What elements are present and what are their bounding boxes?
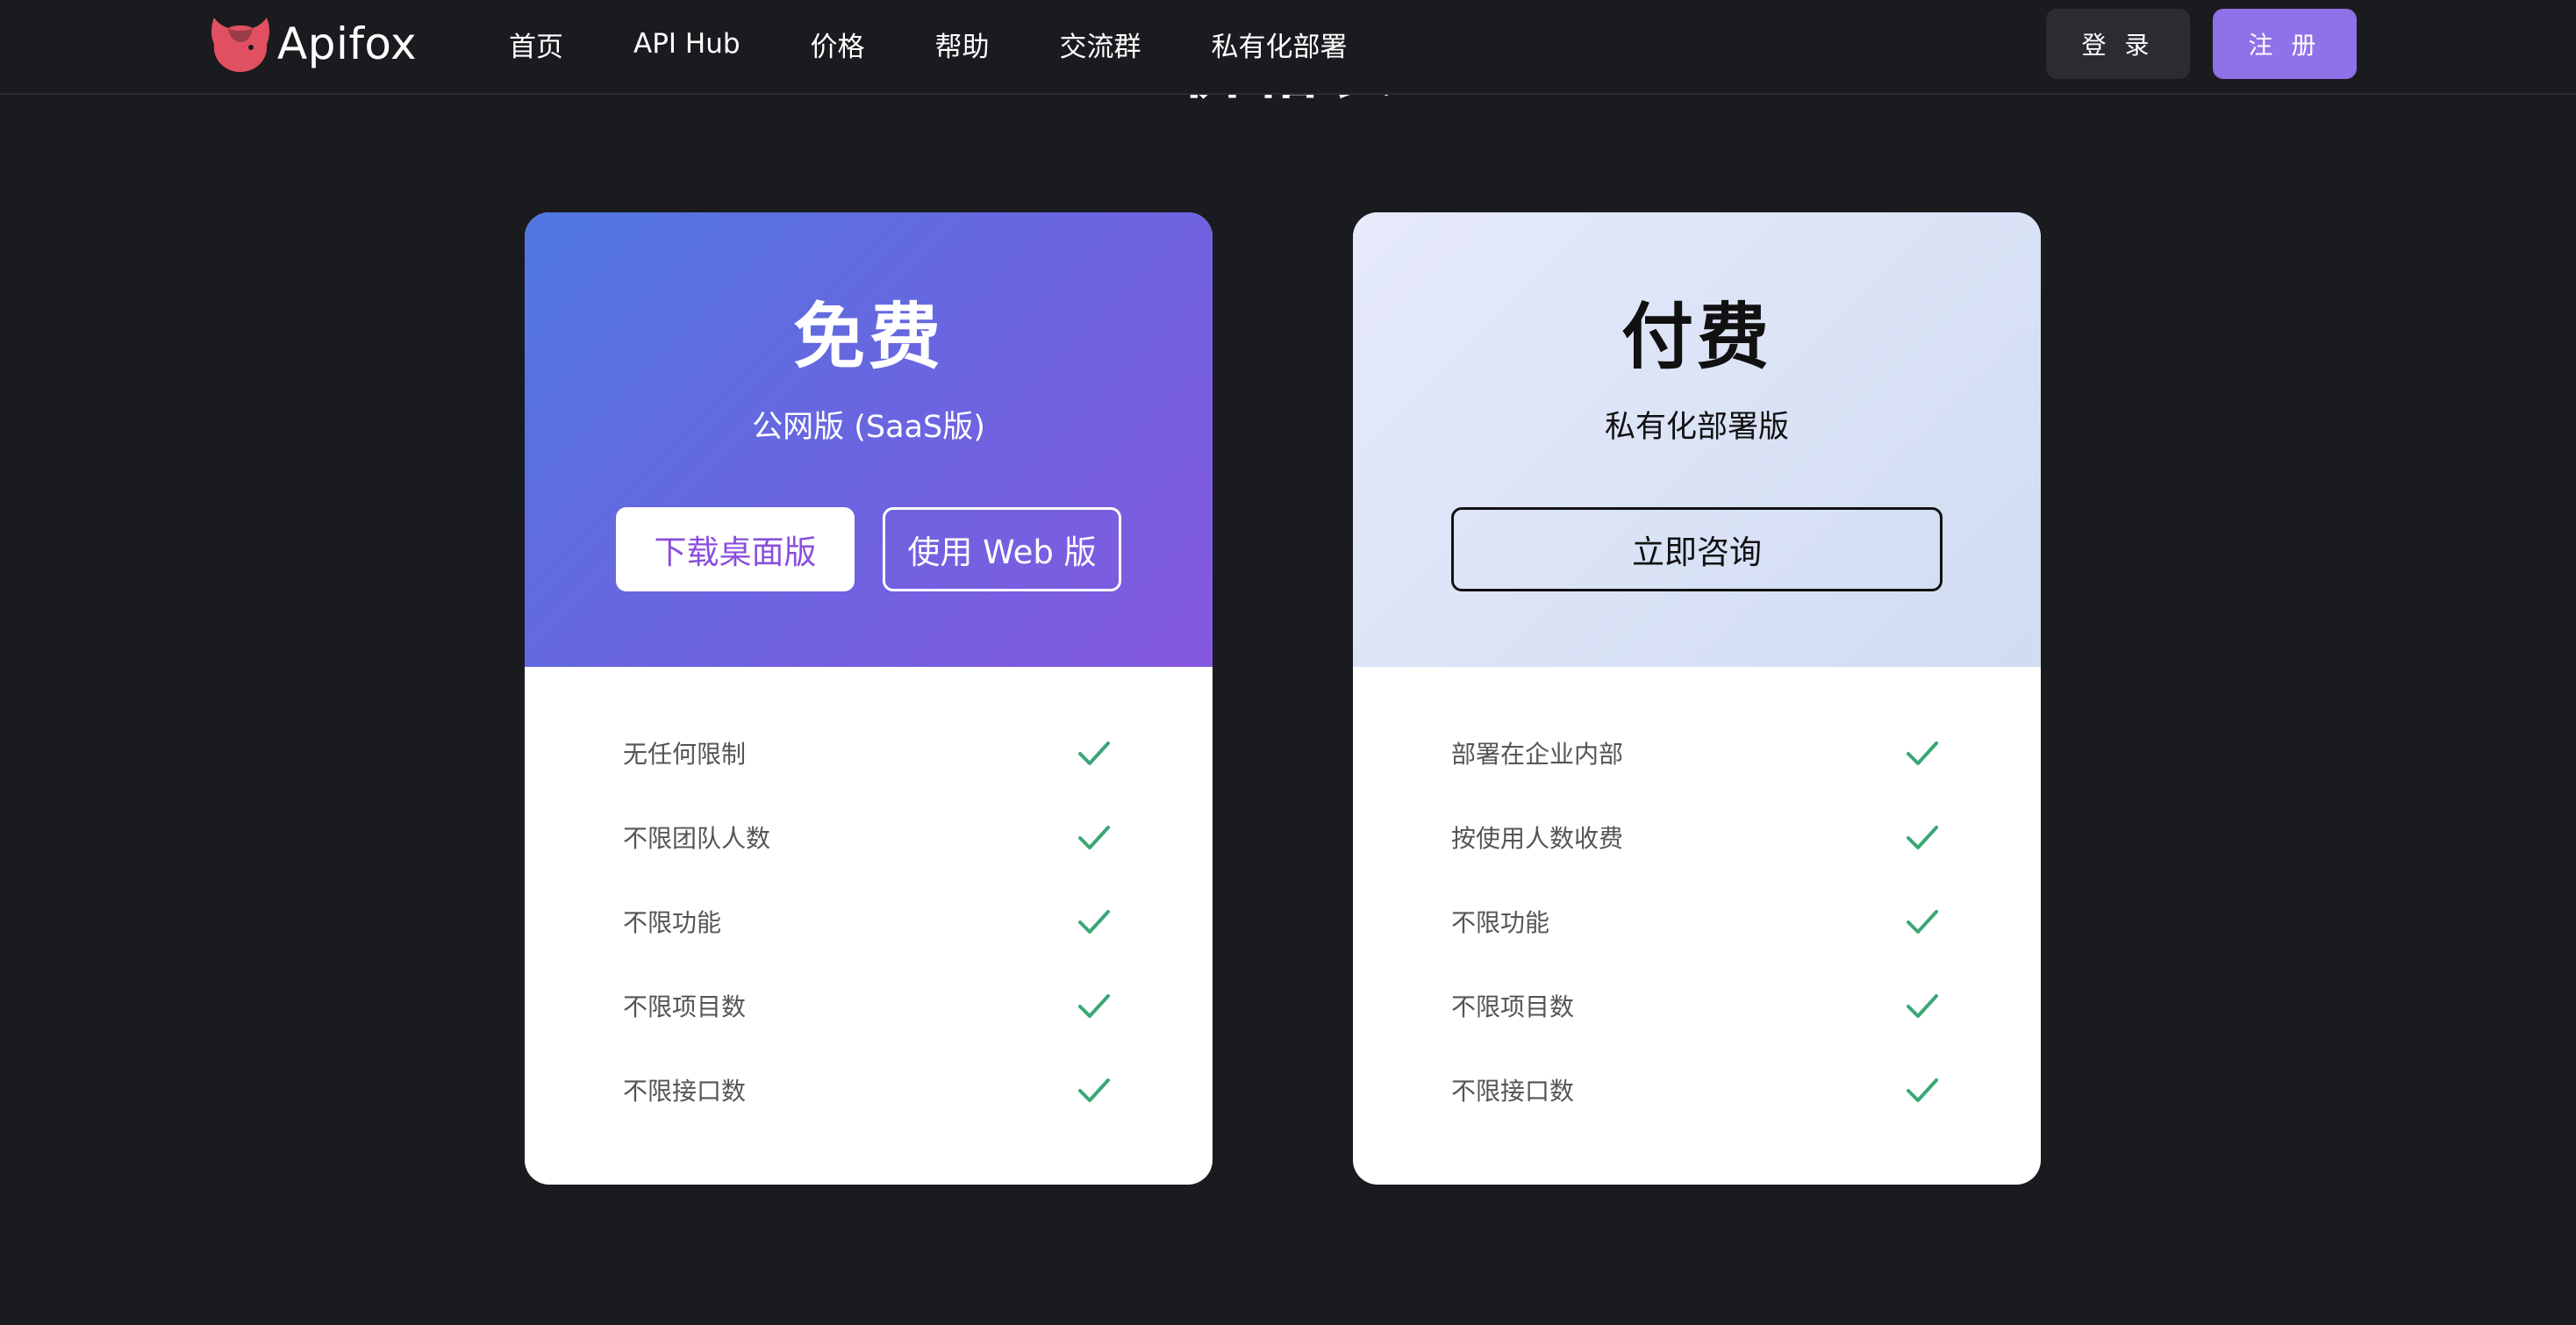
nav-link-home[interactable]: 首页	[509, 25, 563, 64]
feature-label: 不限功能	[1451, 908, 1550, 937]
free-plan-header: 免费 公网版 (SaaS版) 下载桌面版 使用 Web 版	[525, 212, 1213, 667]
logo-text: Apifox	[277, 18, 418, 69]
paid-feature-list: 部署在企业内部 按使用人数收费 不限功能 不限项目数 不限接口数	[1353, 667, 2041, 1134]
free-plan-actions: 下载桌面版 使用 Web 版	[525, 507, 1213, 591]
check-icon	[1907, 826, 1938, 849]
feature-item: 不限接口数	[1353, 1049, 2041, 1134]
use-web-button[interactable]: 使用 Web 版	[883, 507, 1121, 591]
free-plan-card: 免费 公网版 (SaaS版) 下载桌面版 使用 Web 版 无任何限制 不限团队…	[525, 212, 1213, 1185]
nav-link-community[interactable]: 交流群	[1060, 25, 1141, 64]
apifox-logo-icon	[211, 18, 269, 72]
free-plan-subtitle: 公网版 (SaaS版)	[752, 410, 985, 445]
feature-item: 按使用人数收费	[1353, 797, 2041, 881]
feature-label: 不限接口数	[1451, 1077, 1575, 1106]
login-button[interactable]: 登 录	[2046, 9, 2190, 79]
feature-item: 不限项目数	[1353, 965, 2041, 1049]
feature-item: 无任何限制	[525, 713, 1213, 797]
feature-item: 不限接口数	[525, 1049, 1213, 1134]
feature-item: 不限项目数	[525, 965, 1213, 1049]
download-desktop-button[interactable]: 下载桌面版	[616, 507, 855, 591]
register-button[interactable]: 注 册	[2213, 9, 2357, 79]
paid-plan-actions: 立即咨询	[1353, 507, 2041, 591]
check-icon	[1078, 994, 1110, 1018]
paid-plan-subtitle: 私有化部署版	[1604, 410, 1789, 445]
navbar: Apifox 首页 API Hub 价格 帮助 交流群 私有化部署 登 录 注 …	[0, 0, 2576, 95]
nav-link-api-hub[interactable]: API Hub	[633, 28, 741, 60]
feature-label: 不限项目数	[1451, 992, 1575, 1021]
paid-plan-card: 付费 私有化部署版 立即咨询 部署在企业内部 按使用人数收费 不限功能 不限项目…	[1353, 212, 2041, 1185]
feature-label: 无任何限制	[623, 740, 747, 769]
logo-link[interactable]: Apifox	[209, 14, 417, 74]
feature-item: 部署在企业内部	[1353, 713, 2041, 797]
check-icon	[1907, 994, 1938, 1018]
nav-link-help[interactable]: 帮助	[935, 25, 990, 64]
paid-plan-header: 付费 私有化部署版 立即咨询	[1353, 212, 2041, 667]
check-icon	[1078, 741, 1110, 765]
consult-now-button[interactable]: 立即咨询	[1451, 507, 1943, 591]
check-icon	[1907, 1078, 1938, 1102]
check-icon	[1078, 1078, 1110, 1102]
main-nav: 首页 API Hub 价格 帮助 交流群 私有化部署	[474, 0, 1383, 88]
feature-item: 不限功能	[525, 881, 1213, 965]
feature-label: 不限项目数	[623, 992, 747, 1021]
feature-label: 不限功能	[623, 908, 722, 937]
nav-link-pricing[interactable]: 价格	[811, 25, 865, 64]
nav-link-private-deploy[interactable]: 私有化部署	[1212, 25, 1348, 64]
feature-label: 不限团队人数	[623, 824, 771, 853]
feature-label: 部署在企业内部	[1451, 740, 1624, 769]
check-icon	[1078, 826, 1110, 849]
paid-plan-name: 付费	[1621, 296, 1772, 379]
feature-item: 不限功能	[1353, 881, 2041, 965]
free-plan-name: 免费	[792, 296, 944, 379]
check-icon	[1907, 741, 1938, 765]
feature-item: 不限团队人数	[525, 797, 1213, 881]
check-icon	[1907, 910, 1938, 934]
feature-label: 按使用人数收费	[1451, 824, 1624, 853]
feature-label: 不限接口数	[623, 1077, 747, 1106]
check-icon	[1078, 910, 1110, 934]
free-feature-list: 无任何限制 不限团队人数 不限功能 不限项目数 不限接口数	[525, 667, 1213, 1134]
